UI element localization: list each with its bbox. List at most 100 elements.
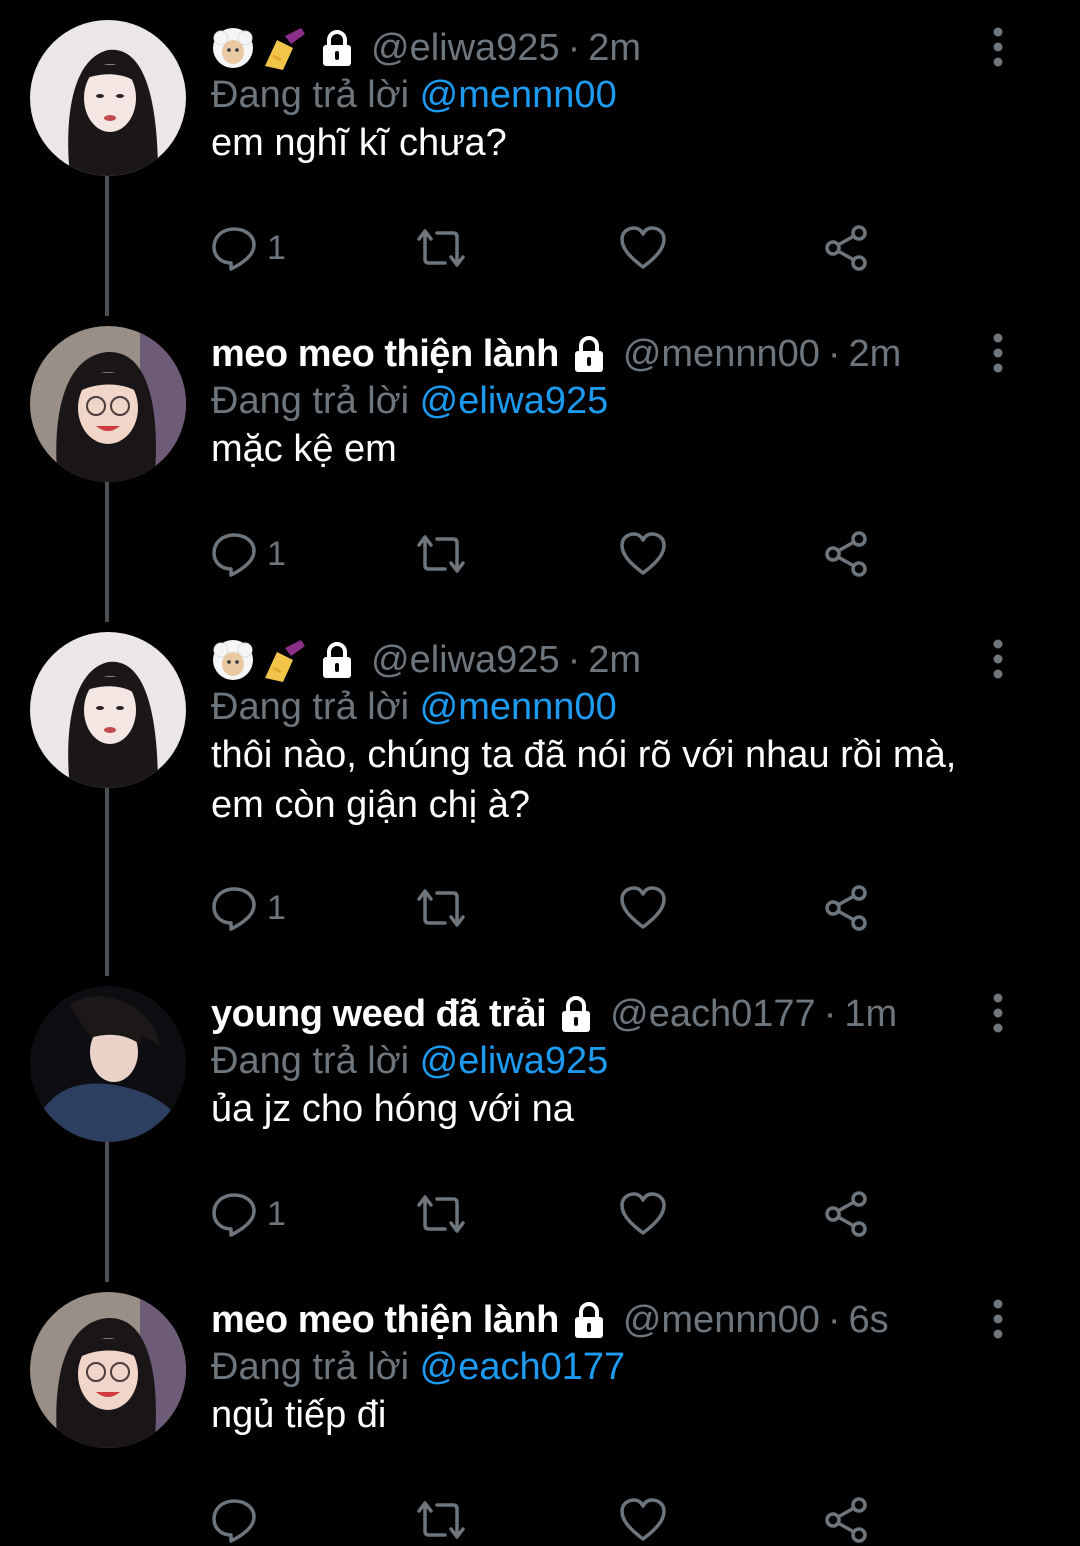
more-vertical-icon[interactable] (978, 330, 1018, 376)
like-button[interactable] (619, 528, 667, 580)
mention-link[interactable]: @mennn00 (420, 74, 617, 116)
like-button[interactable] (619, 1494, 667, 1546)
share-icon (825, 531, 867, 577)
more-vertical-icon[interactable] (978, 24, 1018, 70)
thread-connector (105, 1142, 109, 1282)
tweet[interactable]: meo meo thiện lành @mennn00 · 2m Đang tr… (0, 306, 1080, 622)
reply-count: 1 (267, 1194, 286, 1233)
user-handle[interactable]: @mennn00 (623, 333, 820, 376)
more-vertical-icon[interactable] (978, 636, 1018, 682)
replying-to: Đang trả lời @eliwa925 (211, 380, 608, 423)
more-vertical-icon[interactable] (978, 990, 1018, 1036)
user-handle[interactable]: @eliwa925 (371, 27, 560, 70)
separator-dot: · (567, 638, 581, 681)
thread-connector (105, 788, 109, 976)
reply-count: 1 (267, 534, 286, 573)
tweet-header: meo meo thiện lành @mennn00 · 2m (211, 330, 901, 378)
avatar[interactable] (30, 632, 186, 788)
heart-icon (620, 886, 666, 929)
user-handle[interactable]: @mennn00 (623, 1299, 820, 1342)
reply-icon (212, 533, 256, 577)
retweet-button[interactable] (413, 882, 469, 934)
like-button[interactable] (619, 222, 667, 274)
tweet-header: @eliwa925 · 2m (211, 24, 641, 72)
reply-count: 1 (267, 888, 286, 927)
tweet-header: young weed đã trải @each0177 · 1m (211, 990, 897, 1038)
replying-prefix: Đang trả lời (211, 380, 410, 422)
avatar[interactable] (30, 1292, 186, 1448)
tweet-text: em nghĩ kĩ chưa? (211, 122, 507, 164)
share-button[interactable] (823, 528, 871, 580)
replying-prefix: Đang trả lời (211, 1040, 410, 1082)
reply-button[interactable]: 1 (211, 528, 286, 580)
tweet-header: @eliwa925 · 2m (211, 636, 641, 684)
heart-icon (620, 226, 666, 269)
lock-icon (323, 642, 351, 678)
share-button[interactable] (823, 1494, 871, 1546)
share-icon (825, 1497, 867, 1543)
tweet-header: meo meo thiện lành @mennn00 · 6s (211, 1296, 889, 1344)
user-handle[interactable]: @each0177 (610, 993, 816, 1036)
retweet-icon (417, 889, 465, 927)
share-icon (825, 885, 867, 931)
avatar[interactable] (30, 986, 186, 1142)
reply-icon (212, 1193, 256, 1237)
share-button[interactable] (823, 1188, 871, 1240)
share-button[interactable] (823, 222, 871, 274)
replying-prefix: Đang trả lời (211, 686, 410, 728)
reply-count: 1 (267, 228, 286, 267)
separator-dot: · (827, 1298, 841, 1341)
reply-button[interactable]: 1 (211, 222, 286, 274)
timestamp[interactable]: 6s (849, 1299, 889, 1342)
lock-icon (323, 30, 351, 66)
like-button[interactable] (619, 1188, 667, 1240)
reply-icon (212, 227, 256, 271)
retweet-button[interactable] (413, 222, 469, 274)
sheep-face-icon (213, 28, 253, 68)
action-bar: 1 (211, 528, 911, 580)
retweet-button[interactable] (413, 1188, 469, 1240)
display-name[interactable]: meo meo thiện lành (211, 1299, 559, 1342)
display-name[interactable]: meo meo thiện lành (211, 333, 559, 376)
display-name[interactable]: young weed đã trải (211, 993, 547, 1036)
mention-link[interactable]: @eliwa925 (420, 1040, 609, 1082)
share-button[interactable] (823, 882, 871, 934)
retweet-button[interactable] (413, 1494, 469, 1546)
thread-connector (105, 482, 109, 622)
user-handle[interactable]: @eliwa925 (371, 639, 560, 682)
reply-button[interactable]: 1 (211, 1188, 286, 1240)
tweet[interactable]: meo meo thiện lành @mennn00 · 6s Đang tr… (0, 1272, 1080, 1543)
timestamp[interactable]: 2m (849, 333, 902, 376)
tweet[interactable]: @eliwa925 · 2m Đang trả lời @mennn00 em … (0, 0, 1080, 316)
more-vertical-icon[interactable] (978, 1296, 1018, 1342)
tweet[interactable]: young weed đã trải @each0177 · 1m Đang t… (0, 966, 1080, 1282)
mention-link[interactable]: @mennn00 (420, 686, 617, 728)
thread-connector (105, 176, 109, 316)
replying-prefix: Đang trả lời (211, 74, 410, 116)
reply-icon (212, 887, 256, 931)
reply-button[interactable] (211, 1494, 257, 1546)
timestamp[interactable]: 1m (844, 993, 897, 1036)
avatar[interactable] (30, 20, 186, 176)
separator-dot: · (827, 332, 841, 375)
mention-link[interactable]: @eliwa925 (420, 380, 609, 422)
timestamp[interactable]: 2m (588, 639, 641, 682)
emoji-display-name[interactable] (211, 638, 307, 682)
mention-link[interactable]: @each0177 (420, 1346, 626, 1388)
reply-button[interactable]: 1 (211, 882, 286, 934)
retweet-button[interactable] (413, 528, 469, 580)
replying-to: Đang trả lời @mennn00 (211, 686, 617, 729)
timestamp[interactable]: 2m (588, 27, 641, 70)
nail-polish-icon (265, 640, 305, 682)
like-button[interactable] (619, 882, 667, 934)
emoji-display-name[interactable] (211, 26, 307, 70)
tweet[interactable]: @eliwa925 · 2m Đang trả lời @mennn00 thô… (0, 612, 1080, 976)
retweet-icon (417, 1501, 465, 1539)
tweet-text: thôi nào, chúng ta đã nói rõ với nhau rồ… (211, 734, 957, 826)
action-bar: 1 (211, 882, 911, 934)
avatar[interactable] (30, 326, 186, 482)
replying-to: Đang trả lời @each0177 (211, 1346, 625, 1389)
action-bar (211, 1494, 911, 1546)
heart-icon (620, 1498, 666, 1541)
retweet-icon (417, 1195, 465, 1233)
